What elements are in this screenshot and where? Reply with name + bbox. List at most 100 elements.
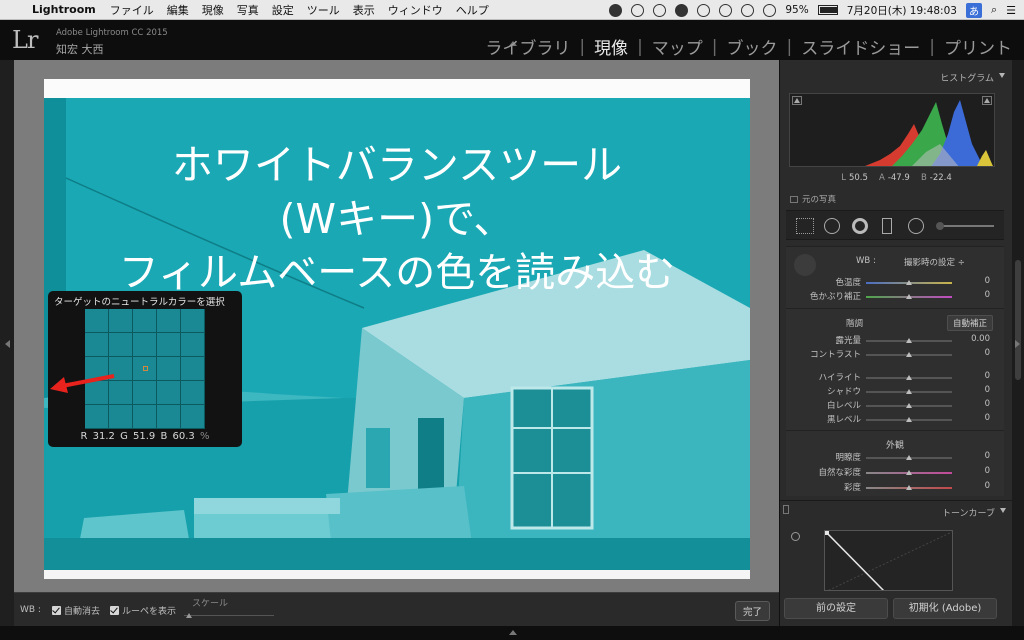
exposure-slider-thumb[interactable] [906,338,912,343]
image-view: ホワイトバランスツール (Wキー)で、 フィルムベースの色を読み込む ターゲット… [14,60,779,592]
module-develop[interactable]: 現像 [594,34,628,59]
menu-photo[interactable]: 写真 [237,2,259,18]
targeted-adjustment-icon[interactable] [791,532,800,541]
saturation-value[interactable]: 0 [956,481,990,491]
highlight-clipping-icon[interactable] [982,96,992,105]
tone-curve-collapse-icon[interactable] [1000,508,1006,513]
exposure-value[interactable]: 0.00 [956,334,990,344]
shadow-clipping-icon[interactable] [792,96,802,105]
highlights-slider-thumb[interactable] [906,375,912,380]
line-icon[interactable] [609,3,623,17]
bluetooth-icon[interactable] [719,3,733,17]
app-menu[interactable]: Lightroom [32,3,96,16]
crop-overlay-icon[interactable] [796,218,814,234]
volume-icon[interactable] [741,3,755,17]
wifi-icon[interactable] [763,3,777,17]
overlay-caption: ホワイトバランスツール (Wキー)で、 フィルムベースの色を読み込む [44,138,750,300]
panel-switch-icon[interactable] [783,505,789,514]
right-panel: ヒストグラム L 50.5 A -47.9 B -22.4 元の写真 WB: … [779,60,1013,626]
loupe-cell [157,309,181,333]
whites-value[interactable]: 0 [956,399,990,409]
menu-window[interactable]: ウィンドウ [388,2,443,18]
red-eye-icon[interactable] [852,218,868,234]
left-panel-toggle-icon[interactable] [5,340,10,348]
loupe-cell [181,357,205,381]
product-name: Adobe Lightroom CC 2015 [56,28,168,38]
temp-slider-thumb[interactable] [906,280,912,285]
menu-develop[interactable]: 現像 [202,2,224,18]
blacks-value[interactable]: 0 [956,413,990,423]
saturation-slider-thumb[interactable] [906,485,912,490]
contrast-value[interactable]: 0 [956,348,990,358]
contrast-slider-thumb[interactable] [906,352,912,357]
menu-settings[interactable]: 設定 [272,2,294,18]
evernote-icon[interactable] [675,3,689,17]
histogram-collapse-icon[interactable] [999,73,1005,78]
module-book[interactable]: ブック [727,34,778,59]
tone-curve-header[interactable]: トーンカーブ [780,500,1013,519]
wb-loupe: ターゲットのニュートラルカラーを選択 R 31.2 G 51.9 B 60.3 … [48,291,242,447]
whites-slider-thumb[interactable] [906,403,912,408]
graduated-filter-icon[interactable] [882,218,892,234]
vibrance-value[interactable]: 0 [956,466,990,476]
blacks-slider-thumb[interactable] [906,417,912,422]
adjustment-brush-icon[interactable] [938,225,994,227]
shadows-value[interactable]: 0 [956,385,990,395]
module-slideshow[interactable]: スライドショー [801,34,920,59]
menu-view[interactable]: 表示 [353,2,375,18]
tone-curve-graph[interactable] [824,530,953,591]
scale-slider-thumb[interactable] [186,613,192,618]
tone-section: 階調 自動補正 露光量 0.00 コントラスト 0 ハイライト 0 シャドウ 0… [786,308,1004,430]
checkbox-checked-icon [52,606,61,615]
input-method[interactable]: あ [965,2,982,18]
done-button[interactable]: 完了 [734,601,770,621]
wb-preset-select[interactable]: 撮影時の設定 ÷ [904,256,965,268]
clarity-value[interactable]: 0 [956,451,990,461]
wb-eyedropper-icon[interactable] [794,254,816,276]
battery-icon[interactable] [817,5,838,15]
time-machine-icon[interactable] [697,3,711,17]
checkbox-checked-icon [110,606,119,615]
loupe-cell [85,333,109,357]
previous-settings-button[interactable]: 前の設定 [784,598,888,619]
creative-cloud-icon[interactable] [631,3,645,17]
menu-tools[interactable]: ツール [307,2,340,18]
module-library[interactable]: ライブラリ [485,34,570,59]
histogram-header[interactable]: ヒストグラム [940,71,994,84]
module-map[interactable]: マップ [652,34,703,59]
original-photo-checkbox[interactable]: 元の写真 [790,193,836,205]
clock[interactable]: 7月20日(木) 19:48:03 [847,3,957,18]
tint-slider-thumb[interactable] [906,294,912,299]
temp-value[interactable]: 0 [956,276,990,286]
scrollbar-thumb[interactable] [1015,260,1021,380]
menu-file[interactable]: ファイル [110,2,154,18]
auto-tone-button[interactable]: 自動補正 [946,315,993,331]
toolbar-wb-label: WB : [20,605,41,615]
scale-slider[interactable] [184,615,274,616]
show-loupe-checkbox[interactable]: ルーペを表示 [110,604,176,617]
radial-filter-icon[interactable] [908,218,924,234]
loupe-cell [85,405,109,429]
menu-edit[interactable]: 編集 [167,2,189,18]
sync-icon[interactable] [653,3,667,17]
shadows-slider-thumb[interactable] [906,389,912,394]
filmstrip-strip [0,626,1024,640]
tint-value[interactable]: 0 [956,290,990,300]
loupe-cell [181,333,205,357]
notification-center-icon[interactable]: ☰ [1006,4,1016,17]
vibrance-slider-thumb[interactable] [906,470,912,475]
spotlight-icon[interactable]: ⌕ [991,3,997,17]
highlights-value[interactable]: 0 [956,371,990,381]
loupe-center-marker [143,366,148,371]
module-print[interactable]: プリント [944,34,1012,59]
scale-label: スケール [192,599,229,609]
filmstrip-toggle-icon[interactable] [509,630,517,635]
spot-removal-icon[interactable] [824,218,840,234]
auto-dismiss-checkbox[interactable]: 自動消去 [52,604,100,617]
right-panel-scrollbar[interactable] [1012,60,1024,626]
right-panel-toggle-icon[interactable] [1015,340,1020,348]
clarity-slider-thumb[interactable] [906,455,912,460]
histogram[interactable] [789,93,995,167]
menu-help[interactable]: ヘルプ [456,2,489,18]
reset-button[interactable]: 初期化 (Adobe) [893,598,997,619]
